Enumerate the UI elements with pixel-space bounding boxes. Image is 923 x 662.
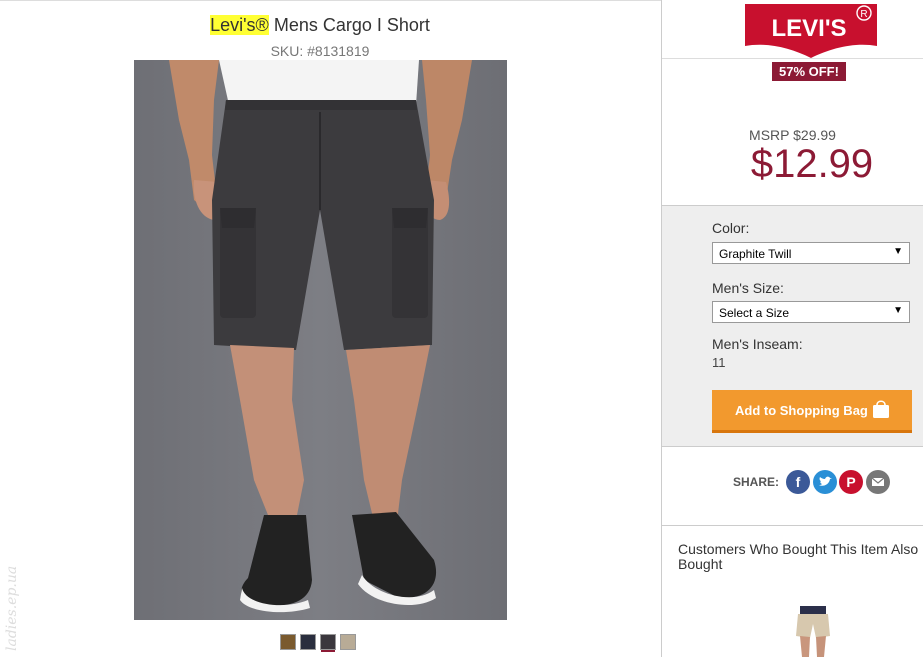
size-select[interactable]: Select a Size ▼ <box>712 301 910 323</box>
watermark: ladies.ep.ua <box>4 565 20 651</box>
product-name: Mens Cargo I Short <box>273 15 430 35</box>
swatch-graphite[interactable] <box>320 634 336 650</box>
color-select-value: Graphite Twill <box>719 247 792 261</box>
size-select-value: Select a Size <box>719 306 790 320</box>
size-label: Men's Size: <box>712 280 784 296</box>
product-brand: Levi's® <box>210 15 269 35</box>
pinterest-icon[interactable]: P <box>839 470 863 494</box>
product-options: Color: Graphite Twill ▼ Men's Size: Sele… <box>662 205 923 447</box>
shopping-bag-icon <box>873 400 889 418</box>
share-label: SHARE: <box>733 475 780 489</box>
section-divider <box>662 525 923 526</box>
product-photo <box>134 60 507 620</box>
product-title: Levi's® Mens Cargo I Short <box>0 15 640 36</box>
share-row: SHARE: f P <box>662 470 923 496</box>
sale-price: $12.99 <box>750 142 874 186</box>
product-sku: SKU: #8131819 <box>270 43 370 59</box>
brand-logo-area: LEVI'S R <box>662 0 923 59</box>
inseam-label: Men's Inseam: <box>712 336 803 352</box>
product-image[interactable] <box>134 60 507 620</box>
discount-badge: 57% OFF! <box>772 62 846 81</box>
add-to-bag-label: Add to Shopping Bag <box>735 403 868 418</box>
levis-logo[interactable]: LEVI'S R <box>745 4 877 58</box>
inseam-value: 11 <box>712 355 726 370</box>
facebook-icon[interactable]: f <box>786 470 810 494</box>
purchase-panel: LEVI'S R 57% OFF! MSRP $29.99 $12.99 Col… <box>662 0 923 657</box>
product-detail-panel: Levi's® Mens Cargo I Short SKU: #8131819 <box>0 0 662 657</box>
color-swatches <box>280 634 356 650</box>
msrp-price: MSRP $29.99 <box>749 127 836 143</box>
also-bought-product-thumbnail[interactable] <box>786 606 840 657</box>
svg-text:R: R <box>860 9 867 20</box>
twitter-icon[interactable] <box>813 470 837 494</box>
swatch-brown[interactable] <box>280 634 296 650</box>
logo-text: LEVI'S <box>771 15 846 42</box>
email-icon[interactable] <box>866 470 890 494</box>
swatch-khaki[interactable] <box>340 634 356 650</box>
also-bought-heading: Customers Who Bought This Item Also Boug… <box>678 541 919 572</box>
chevron-down-icon: ▼ <box>893 305 903 316</box>
color-label: Color: <box>712 220 750 236</box>
chevron-down-icon: ▼ <box>893 246 903 257</box>
color-select[interactable]: Graphite Twill ▼ <box>712 242 910 264</box>
swatch-navy[interactable] <box>300 634 316 650</box>
add-to-bag-button[interactable]: Add to Shopping Bag <box>712 390 912 433</box>
